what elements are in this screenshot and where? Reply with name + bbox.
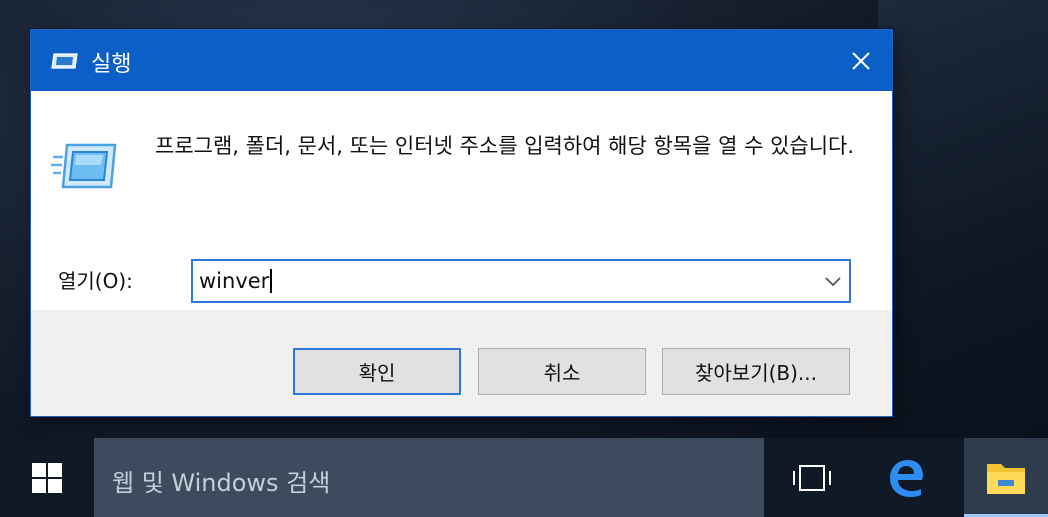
run-dialog: 실행 프로그램, 폴더, 문서, 또는 인터넷 주소를 입력하여 해당 항목을 … — [30, 29, 893, 417]
taskbar: 웹 및 Windows 검색 — [0, 438, 1048, 517]
open-input-value: winver — [199, 269, 270, 293]
edge-icon — [890, 459, 923, 497]
file-explorer-icon — [987, 463, 1025, 494]
search-placeholder: 웹 및 Windows 검색 — [112, 469, 331, 497]
run-icon — [51, 53, 78, 69]
title-bar[interactable]: 실행 — [31, 30, 892, 91]
task-view-icon — [793, 464, 831, 491]
taskbar-search-box[interactable]: 웹 및 Windows 검색 — [94, 438, 764, 517]
browse-button[interactable]: 찾아보기(B)... — [662, 348, 850, 395]
close-button[interactable] — [830, 30, 892, 91]
text-caret — [270, 269, 273, 293]
open-combobox[interactable]: winver — [191, 259, 851, 303]
windows-start-icon — [32, 462, 62, 493]
ok-button[interactable]: 확인 — [293, 348, 461, 395]
edge-button[interactable] — [866, 438, 946, 517]
cancel-button[interactable]: 취소 — [478, 348, 646, 395]
open-label: 열기(O): — [58, 269, 133, 293]
chevron-down-icon[interactable] — [823, 273, 843, 289]
task-view-button[interactable] — [772, 438, 852, 517]
close-icon — [852, 51, 870, 70]
run-icon — [51, 143, 117, 189]
start-button[interactable] — [0, 438, 94, 517]
open-input[interactable]: winver — [199, 269, 273, 293]
dialog-title: 실행 — [91, 52, 132, 77]
dialog-content: 프로그램, 폴더, 문서, 또는 인터넷 주소를 입력하여 해당 항목을 열 수… — [31, 91, 892, 310]
dialog-description: 프로그램, 폴더, 문서, 또는 인터넷 주소를 입력하여 해당 항목을 열 수… — [155, 134, 855, 158]
file-explorer-button[interactable] — [964, 438, 1048, 517]
